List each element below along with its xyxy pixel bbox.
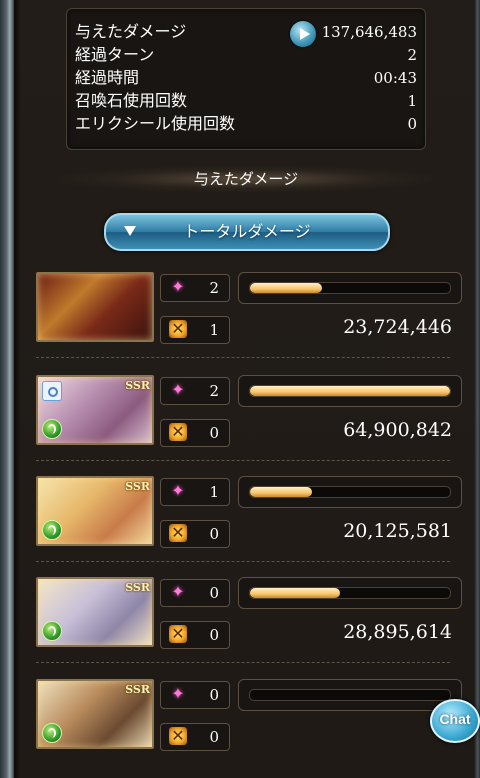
skill-star-icon: ✦ <box>171 481 185 500</box>
row-divider <box>36 561 450 562</box>
dropdown-label: トータルダメージ <box>183 222 311 241</box>
skill-star-icon: ✦ <box>171 684 185 703</box>
skill-star-icon: ✦ <box>171 582 185 601</box>
skill-star-icon: ✦ <box>171 380 185 399</box>
summary-row-damage: 与えたダメージ 137,646,483 <box>75 21 417 43</box>
damage-bar-fill <box>250 283 322 293</box>
summary-row-summon-uses: 召喚石使用回数 1 <box>75 90 417 112</box>
battle-result-panel: 与えたダメージ 137,646,483 経過ターン 2 経過時間 00:43 召… <box>20 0 474 778</box>
row-divider <box>36 662 450 663</box>
ougi-count: 0 <box>209 728 219 746</box>
ougi-count-box: ✕ 0 <box>160 419 230 447</box>
party-member-row: SSR ✦ 1 ✕ 0 20,125,581 <box>36 476 470 570</box>
section-title: 与えたダメージ <box>60 166 432 192</box>
right-frame <box>474 0 480 778</box>
ougi-count: 0 <box>209 424 219 442</box>
summary-value: 1 <box>407 92 417 110</box>
party-member-row: SSR ✦ 0 ✕ 0 28,895,614 <box>36 577 470 671</box>
ougi-count: 0 <box>209 525 219 543</box>
skill-count-box: ✦ 2 <box>160 274 230 302</box>
ougi-count: 1 <box>209 321 219 339</box>
left-frame <box>0 0 20 778</box>
skill-count-box: ✦ 0 <box>160 579 230 607</box>
character-portrait[interactable]: SSR <box>36 476 154 546</box>
row-divider <box>36 357 450 358</box>
ougi-icon: ✕ <box>169 423 187 441</box>
summary-label: 経過時間 <box>75 68 140 87</box>
damage-bar <box>249 689 451 701</box>
skill-count-box: ✦ 2 <box>160 377 230 405</box>
ougi-icon: ✕ <box>169 727 187 745</box>
summary-value: 00:43 <box>373 69 417 87</box>
ougi-count-box: ✕ 0 <box>160 723 230 751</box>
skill-count: 0 <box>209 686 219 704</box>
damage-value: 28,895,614 <box>343 621 452 643</box>
summary-row-time: 経過時間 00:43 <box>75 67 417 89</box>
summary-value: 0 <box>407 115 417 133</box>
damage-bar <box>249 486 451 498</box>
skill-count: 2 <box>209 382 219 400</box>
summary-label: 経過ターン <box>75 45 155 64</box>
summary-label: 召喚石使用回数 <box>75 91 188 110</box>
summary-label: エリクシール使用回数 <box>75 114 236 133</box>
skill-count: 0 <box>209 584 219 602</box>
damage-bar-fill <box>250 386 450 396</box>
damage-bar-box <box>238 577 462 609</box>
ougi-count: 0 <box>209 626 219 644</box>
battle-summary-box: 与えたダメージ 137,646,483 経過ターン 2 経過時間 00:43 召… <box>66 8 426 150</box>
summary-value: 137,646,483 <box>321 23 417 41</box>
character-portrait[interactable]: SSR <box>36 679 154 749</box>
damage-bar-fill <box>250 588 340 598</box>
portrait-frame <box>38 681 152 747</box>
row-divider <box>36 460 450 461</box>
damage-value: 64,900,842 <box>343 419 452 441</box>
party-member-row: SSR ✦ 0 ✕ 0 0 <box>36 679 470 773</box>
total-damage-dropdown[interactable]: トータルダメージ <box>104 213 390 251</box>
damage-bar <box>249 385 451 397</box>
damage-bar-box <box>238 679 462 711</box>
character-portrait[interactable]: SSR <box>36 577 154 647</box>
damage-bar-box <box>238 476 462 508</box>
portrait-frame <box>38 377 152 443</box>
ougi-icon: ✕ <box>169 625 187 643</box>
ougi-icon: ✕ <box>169 524 187 542</box>
damage-bar <box>249 587 451 599</box>
character-portrait[interactable] <box>36 272 154 342</box>
damage-value: 23,724,446 <box>343 316 452 338</box>
ougi-icon: ✕ <box>169 320 187 338</box>
party-member-row: SSR ✦ 2 ✕ 0 64,900,842 <box>36 375 470 469</box>
summary-row-turns: 経過ターン 2 <box>75 44 417 66</box>
summary-value: 2 <box>407 46 417 64</box>
skill-count-box: ✦ 0 <box>160 681 230 709</box>
ougi-count-box: ✕ 0 <box>160 621 230 649</box>
skill-count: 2 <box>209 279 219 297</box>
party-member-row: ✦ 2 ✕ 1 23,724,446 <box>36 272 470 366</box>
damage-bar <box>249 282 451 294</box>
damage-bar-box <box>238 272 462 304</box>
chat-button[interactable]: Chat <box>430 699 480 743</box>
portrait-frame <box>38 274 152 340</box>
portrait-frame <box>38 579 152 645</box>
damage-bar-fill <box>250 487 312 497</box>
summary-row-elixir-uses: エリクシール使用回数 0 <box>75 113 417 135</box>
summary-label: 与えたダメージ <box>75 22 187 41</box>
character-portrait[interactable]: SSR <box>36 375 154 445</box>
skill-count-box: ✦ 1 <box>160 478 230 506</box>
damage-bar-box <box>238 375 462 407</box>
skill-count: 1 <box>209 483 219 501</box>
portrait-frame <box>38 478 152 544</box>
skill-star-icon: ✦ <box>171 277 185 296</box>
ougi-count-box: ✕ 1 <box>160 316 230 344</box>
damage-value: 20,125,581 <box>343 520 452 542</box>
ougi-count-box: ✕ 0 <box>160 520 230 548</box>
